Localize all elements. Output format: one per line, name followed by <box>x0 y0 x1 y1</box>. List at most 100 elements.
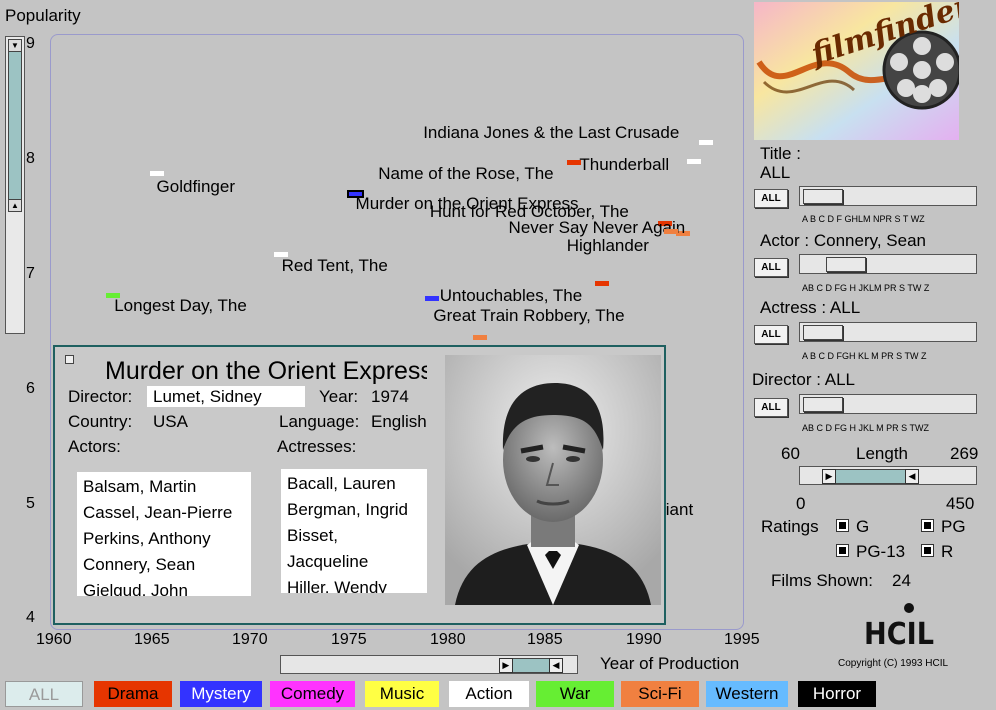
genre-button-horror[interactable]: Horror <box>798 681 876 707</box>
director-value: Lumet, Sidney <box>153 387 262 406</box>
actors-label: Actors: <box>68 437 121 456</box>
country-label: Country: <box>68 412 133 431</box>
actress-item[interactable]: Bacall, Lauren <box>287 471 421 497</box>
actress-item[interactable]: Bergman, Ingrid <box>287 497 421 523</box>
genre-button-drama[interactable]: Drama <box>94 681 172 707</box>
actress-filter-label: Actress : ALL <box>760 298 861 317</box>
director-alpha-index: AB C D FG H JKL M PR S TWZ <box>802 423 930 433</box>
actor-item[interactable]: Gielgud, John <box>83 578 245 596</box>
genre-button-mystery[interactable]: Mystery <box>180 681 262 707</box>
genre-button-all[interactable]: ALL <box>5 681 83 707</box>
length-scale-max: 450 <box>946 494 975 513</box>
actress-item[interactable]: Bisset, Jacqueline <box>287 523 421 575</box>
year-range-fill[interactable] <box>510 658 551 673</box>
length-min-handle[interactable]: ▶ <box>822 469 836 484</box>
title-slider-knob[interactable] <box>803 189 843 204</box>
director-slider-knob[interactable] <box>803 397 843 412</box>
actor-portrait-photo <box>445 355 661 605</box>
x-tick: 1985 <box>527 631 563 648</box>
ratings-label: Ratings <box>761 517 819 536</box>
genre-button-scifi[interactable]: Sci-Fi <box>621 681 699 707</box>
length-max-handle[interactable]: ◀ <box>905 469 919 484</box>
actress-all-button[interactable]: ALL <box>754 325 788 344</box>
y-axis-label: Popularity <box>5 6 81 25</box>
rating-pg13-checkbox[interactable] <box>836 544 849 557</box>
year-label: Year: <box>319 387 359 406</box>
rating-r-checkbox[interactable] <box>921 544 934 557</box>
popup-film-title: Murder on the Orient Express <box>105 357 427 385</box>
title-alpha-index: A B C D F GHLM NPR S T WZ <box>802 214 925 224</box>
genre-button-music[interactable]: Music <box>365 681 439 707</box>
length-min-value: 60 <box>781 444 800 463</box>
copyright-text: Copyright (C) 1993 HCIL <box>838 658 949 669</box>
actor-item[interactable]: Cassel, Jean-Pierre <box>83 500 245 526</box>
actors-list[interactable]: Balsam, Martin Cassel, Jean-Pierre Perki… <box>77 472 251 596</box>
genre-button-war[interactable]: War <box>536 681 614 707</box>
length-range-fill[interactable] <box>835 469 907 484</box>
y-tick: 4 <box>26 609 35 626</box>
actress-slider-knob[interactable] <box>803 325 843 340</box>
rating-pg13-label: PG-13 <box>856 542 906 561</box>
year-range-slider[interactable]: ▶ ◀ <box>280 655 578 674</box>
length-max-value: 269 <box>950 444 979 463</box>
title-filter-label: Title : <box>760 144 801 163</box>
actress-alpha-index: A B C D FGH KL M PR S TW Z <box>802 351 927 361</box>
films-shown-label: Films Shown: <box>771 571 874 590</box>
rating-pg-label: PG <box>941 517 966 536</box>
director-all-button[interactable]: ALL <box>754 398 788 417</box>
x-tick: 1995 <box>724 631 760 648</box>
slider-up-arrow-icon[interactable]: ▲ <box>8 199 22 212</box>
rating-pg-checkbox[interactable] <box>921 519 934 532</box>
actor-alpha-index: AB C D FG H JKLM PR S TW Z <box>802 283 930 293</box>
actor-item[interactable]: Perkins, Anthony <box>83 526 245 552</box>
x-tick: 1965 <box>134 631 170 648</box>
year-max-handle[interactable]: ◀ <box>549 658 563 673</box>
x-tick: 1980 <box>430 631 466 648</box>
filmfinder-logo: filmfinder <box>754 2 959 140</box>
y-tick: 6 <box>26 380 35 397</box>
length-label: Length <box>856 444 908 463</box>
title-alpha-slider[interactable] <box>799 186 977 206</box>
year-value: 1974 <box>371 387 409 406</box>
popup-close-box[interactable] <box>65 355 74 364</box>
popularity-range-slider[interactable]: ▼ ▲ <box>5 36 25 334</box>
actor-alpha-slider[interactable] <box>799 254 977 274</box>
x-tick: 1975 <box>331 631 367 648</box>
films-shown-count: 24 <box>892 571 911 590</box>
actress-alpha-slider[interactable] <box>799 322 977 342</box>
y-tick: 5 <box>26 495 35 512</box>
language-value: English <box>371 412 427 431</box>
y-tick: 8 <box>26 150 35 167</box>
rating-r-label: R <box>941 542 954 561</box>
year-min-handle[interactable]: ▶ <box>498 658 513 673</box>
actor-slider-knob[interactable] <box>826 257 866 272</box>
genre-button-western[interactable]: Western <box>706 681 788 707</box>
y-tick: 9 <box>26 35 35 52</box>
title-all-button[interactable]: ALL <box>754 189 788 208</box>
genre-button-action[interactable]: Action <box>449 681 529 707</box>
actor-item[interactable]: Balsam, Martin <box>83 474 245 500</box>
y-tick: 7 <box>26 265 35 282</box>
hcil-logo-text: HCIL <box>864 617 934 652</box>
x-tick: 1960 <box>36 631 72 648</box>
rating-g-label: G <box>856 517 870 536</box>
film-details-popup[interactable]: Murder on the Orient Express Director: L… <box>53 345 666 625</box>
actress-item[interactable]: Hiller, Wendy <box>287 575 421 593</box>
actor-item[interactable]: Connery, Sean <box>83 552 245 578</box>
actor-filter-label: Actor : Connery, Sean <box>760 231 926 250</box>
length-scale-min: 0 <box>796 494 806 513</box>
director-field[interactable]: Lumet, Sidney <box>147 386 305 407</box>
popularity-range-thumb[interactable] <box>8 51 22 201</box>
language-label: Language: <box>279 412 360 431</box>
director-alpha-slider[interactable] <box>799 394 977 414</box>
x-tick: 1990 <box>626 631 662 648</box>
rating-g-checkbox[interactable] <box>836 519 849 532</box>
actor-all-button[interactable]: ALL <box>754 258 788 277</box>
length-range-slider[interactable]: ▶ ◀ <box>799 466 977 485</box>
title-filter-value: ALL <box>760 163 791 182</box>
country-value: USA <box>153 412 188 431</box>
x-axis-label: Year of Production <box>600 654 740 673</box>
partial-film-label: liant <box>662 500 694 519</box>
actresses-list[interactable]: Bacall, Lauren Bergman, Ingrid Bisset, J… <box>281 469 427 593</box>
genre-button-comedy[interactable]: Comedy <box>270 681 355 707</box>
